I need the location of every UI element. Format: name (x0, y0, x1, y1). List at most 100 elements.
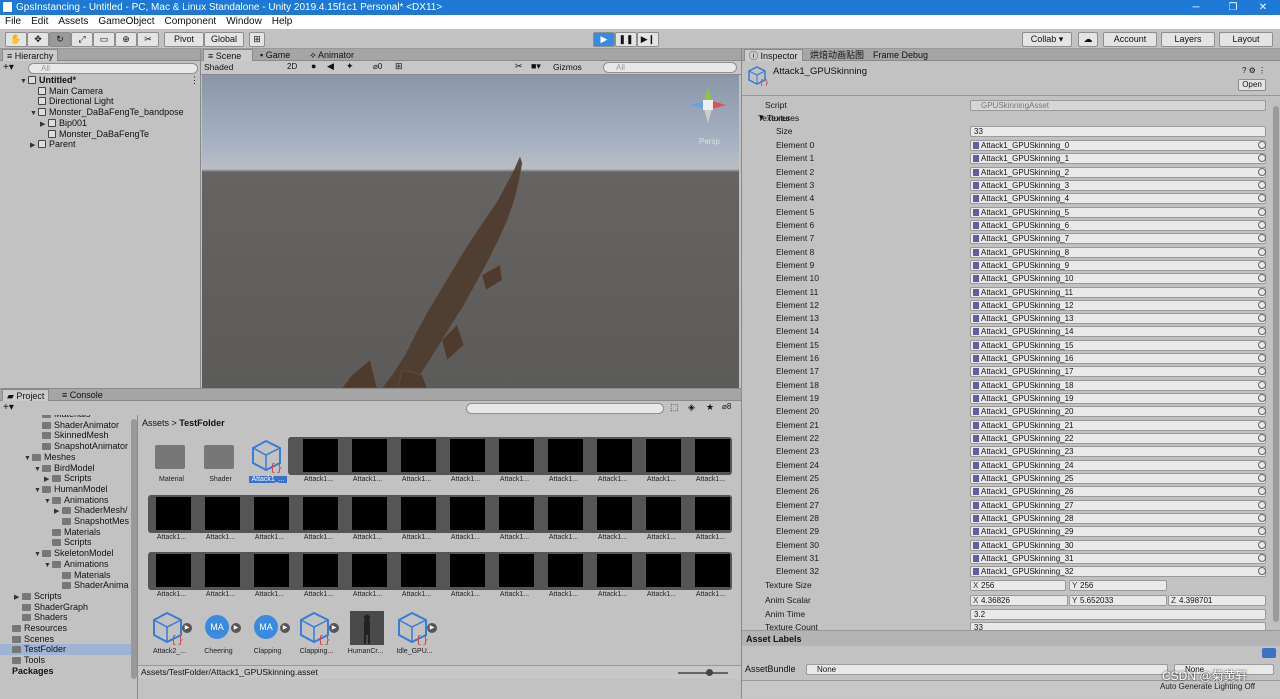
texture-object-field[interactable]: Attack1_GPUSkinning_22 (970, 433, 1266, 445)
anim-scalar-x[interactable]: X 4.36826 (970, 595, 1068, 606)
project-folder-item[interactable]: ▼ SkeletonModel (34, 548, 114, 559)
texture-object-field[interactable]: Attack1_GPUSkinning_12 (970, 299, 1266, 311)
project-folder-item[interactable]: Scenes (4, 634, 54, 645)
menu-edit[interactable]: Edit (26, 15, 53, 29)
project-folder-item[interactable]: SnapshotAnimator (34, 441, 128, 452)
tools-icon[interactable]: ✂ (515, 61, 523, 72)
collab-dropdown[interactable]: Collab ▾ (1022, 32, 1072, 47)
step-button[interactable]: ▶❙ (637, 32, 659, 47)
texture-thumbnail[interactable] (646, 439, 681, 472)
expand-arrow-icon[interactable]: ▼ (44, 497, 52, 508)
texture-object-field[interactable]: Attack1_GPUSkinning_9 (970, 259, 1266, 271)
texture-object-field[interactable]: Attack1_GPUSkinning_6 (970, 219, 1266, 231)
project-folder-item[interactable]: ▼ Animations (44, 559, 109, 570)
pause-button[interactable]: ❚❚ (615, 32, 637, 47)
play-button[interactable]: ▶ (593, 32, 615, 47)
texture-object-field[interactable]: Attack1_GPUSkinning_19 (970, 393, 1266, 405)
texture-thumbnail[interactable] (646, 554, 681, 587)
expand-arrow-icon[interactable]: ▼ (44, 561, 52, 572)
texture-object-field[interactable]: Attack1_GPUSkinning_2 (970, 166, 1266, 178)
object-picker-icon[interactable] (1258, 300, 1266, 309)
texture-object-field[interactable]: Attack1_GPUSkinning_23 (970, 446, 1266, 458)
texture-thumbnail[interactable] (205, 554, 240, 587)
texture-object-field[interactable]: Attack1_GPUSkinning_30 (970, 539, 1266, 551)
project-folder-item[interactable]: Tools (4, 655, 45, 666)
breadcrumb-testfolder[interactable]: TestFolder (179, 418, 224, 428)
hierarchy-item[interactable]: ▼ Monster_DaBaFengTe_bandpose (30, 107, 184, 118)
expand-arrow-icon[interactable]: ▼ (34, 486, 42, 497)
asset-cube-icon[interactable]: {} (251, 439, 285, 474)
transform-tool-icon[interactable]: ⊕ (115, 32, 137, 47)
texture-size-x[interactable]: X 256 (970, 580, 1066, 591)
object-picker-icon[interactable] (1258, 380, 1266, 389)
texture-object-field[interactable]: Attack1_GPUSkinning_31 (970, 552, 1266, 564)
tab-animator[interactable]: ⟡ Animator (306, 49, 358, 61)
rotate-tool-icon[interactable]: ↻ (49, 32, 71, 47)
gizmos-dropdown[interactable]: Gizmos (553, 62, 582, 72)
texture-thumbnail[interactable] (156, 554, 191, 587)
object-picker-icon[interactable] (1258, 434, 1266, 443)
texture-object-field[interactable]: Attack1_GPUSkinning_25 (970, 473, 1266, 484)
texture-thumbnail[interactable] (597, 554, 632, 587)
texture-thumbnail[interactable] (548, 497, 583, 530)
textures-label[interactable]: Textures (767, 112, 799, 125)
texture-count-input[interactable]: 33 (970, 622, 1266, 630)
asset-cube-icon[interactable]: {} (152, 611, 186, 646)
texture-thumbnail[interactable] (499, 439, 534, 472)
project-folder-item[interactable]: ▶ ShaderMesh/ (54, 505, 128, 516)
hierarchy-item[interactable]: ▶ Parent (30, 139, 76, 150)
texture-thumbnail[interactable] (401, 554, 436, 587)
hierarchy-item[interactable]: Monster_DaBaFengTe (40, 129, 149, 140)
tab-frame-debug[interactable]: Frame Debug (869, 49, 932, 61)
menu-help[interactable]: Help (267, 15, 298, 29)
collapse-arrow-icon[interactable]: ▶ (30, 141, 38, 152)
texture-object-field[interactable]: Attack1_GPUSkinning_29 (970, 526, 1266, 538)
favorite-star-icon[interactable]: ★ (706, 402, 714, 413)
texture-thumbnail[interactable] (401, 497, 436, 530)
texture-object-field[interactable]: Attack1_GPUSkinning_8 (970, 246, 1266, 258)
scene-viewport[interactable]: Persp (202, 75, 739, 388)
object-picker-icon[interactable] (1258, 180, 1266, 189)
anim-time-input[interactable]: 3.2 (970, 609, 1266, 620)
grid-icon[interactable]: ⊞ (395, 61, 403, 72)
texture-object-field[interactable]: Attack1_GPUSkinning_5 (970, 206, 1266, 218)
orientation-gizmo[interactable] (688, 85, 728, 125)
project-folder-item[interactable]: TestFolder (0, 644, 134, 656)
texture-object-field[interactable]: Attack1_GPUSkinning_15 (970, 339, 1266, 351)
hierarchy-item[interactable]: ▶ Bip001 (40, 118, 87, 129)
project-tree-scrollbar[interactable] (131, 419, 137, 679)
breadcrumb-assets[interactable]: Assets (142, 418, 169, 428)
texture-thumbnail[interactable] (352, 439, 387, 472)
hierarchy-item[interactable]: Main Camera (30, 86, 103, 97)
shading-mode-dropdown[interactable]: Shaded (204, 62, 282, 73)
texture-thumbnail[interactable] (401, 439, 436, 472)
texture-thumbnail[interactable] (548, 439, 583, 472)
object-picker-icon[interactable] (1258, 167, 1266, 176)
size-input[interactable]: 33 (970, 126, 1266, 137)
custom-tool-icon[interactable]: ✂ (137, 32, 159, 47)
texture-object-field[interactable]: Attack1_GPUSkinning_18 (970, 379, 1266, 391)
layers-dropdown[interactable]: Layers (1161, 32, 1215, 47)
effects-icon[interactable]: ✦ (346, 61, 354, 72)
hierarchy-item[interactable]: ▼ Untitled* (20, 75, 76, 86)
help-icon[interactable]: ? ⚙ ⋮ (1242, 66, 1266, 75)
project-folder-item[interactable]: ▼ Animations (44, 495, 109, 506)
expand-arrow-icon[interactable]: ▼ (24, 454, 32, 465)
audio-icon[interactable]: ◀ (327, 61, 334, 72)
play-preview-icon[interactable]: ▶ (231, 623, 241, 633)
play-preview-icon[interactable]: ▶ (182, 623, 192, 633)
minimize-button[interactable]: ─ (1176, 0, 1216, 15)
project-folder-item[interactable]: SkinnedMesh (34, 430, 109, 441)
object-picker-icon[interactable] (1258, 220, 1266, 229)
project-folder-item[interactable]: ShaderAnima (54, 580, 129, 591)
play-preview-icon[interactable]: ▶ (329, 623, 339, 633)
pivot-toggle[interactable]: Pivot (164, 32, 204, 47)
play-preview-icon[interactable]: ▶ (280, 623, 290, 633)
object-picker-icon[interactable] (1258, 474, 1266, 482)
scale-tool-icon[interactable]: ⤢ (71, 32, 93, 47)
texture-thumbnail[interactable] (156, 497, 191, 530)
asset-cube-icon[interactable]: {} (397, 611, 431, 646)
create-plus-icon[interactable]: +▾ (3, 62, 14, 73)
object-picker-icon[interactable] (1258, 420, 1266, 429)
texture-thumbnail[interactable] (695, 554, 730, 587)
